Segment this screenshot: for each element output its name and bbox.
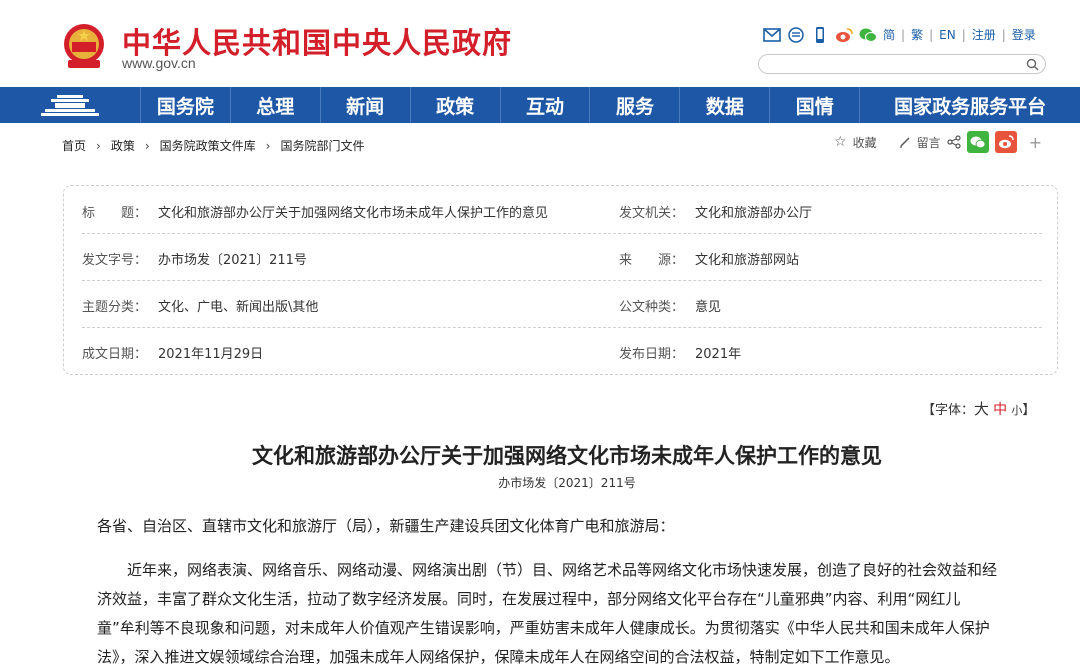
docno-label: 发文字号： (82, 253, 148, 268)
type-value: 意见 (695, 300, 722, 315)
comment-link[interactable]: 留言 (917, 134, 941, 151)
divider: | (929, 27, 934, 42)
type-label: 公文种类： (619, 300, 685, 315)
font-size-prefix: 【字体： (922, 403, 975, 418)
share-tools: ☆ 收藏 留言 + (834, 131, 1042, 153)
info-row: 标 题： 文化和旅游部办公厅关于加强网络文化市场未成年人保护工作的意见 发文机关… (82, 186, 1042, 234)
weibo-share-button[interactable] (994, 131, 1017, 153)
weibo-icon[interactable] (835, 27, 853, 43)
article-title: 文化和旅游部办公厅关于加强网络文化市场未成年人保护工作的意见 (252, 444, 882, 468)
breadcrumb-policy[interactable]: 政策 (111, 137, 135, 154)
breadcrumb: 首页 › 政策 › 国务院政策文件库 › 国务院部门文件 (62, 137, 365, 154)
article-line: 童”牟利等不良现象和问题，对未成年人价值观产生错误影响，严重妨害未成年人健康成长… (97, 619, 990, 637)
site-domain[interactable]: www.gov.cn (122, 55, 196, 71)
site-header: 中华人民共和国中央人民政府 www.gov.cn 简 | 繁 | EN | 注册… (0, 0, 1080, 86)
title-label: 标 题： (82, 206, 148, 221)
more-share-button[interactable]: + (1029, 133, 1042, 152)
info-row: 发文字号： 办市场发〔2021〕211号 来 源： 文化和旅游部网站 (82, 233, 1042, 281)
article-doc-number: 办市场发〔2021〕211号 (498, 476, 636, 490)
font-size-large[interactable]: 大 (974, 400, 989, 418)
docno-value: 办市场发〔2021〕211号 (158, 253, 307, 268)
article-salutation: 各省、自治区、直辖市文化和旅游厅（局），新疆生产建设兵团文化体育广电和旅游局： (97, 517, 675, 535)
register-link[interactable]: 注册 (972, 26, 996, 43)
favorite-link[interactable]: 收藏 (853, 134, 877, 151)
chevron-right-icon: › (265, 138, 271, 153)
search-icon[interactable] (1026, 58, 1039, 71)
document-info-table: 标 题： 文化和旅游部办公厅关于加强网络文化市场未成年人保护工作的意见 发文机关… (63, 185, 1058, 375)
divider: | (901, 27, 906, 42)
source-value: 文化和旅游部网站 (695, 253, 800, 268)
published-date-value: 2021年 (695, 347, 742, 362)
share-icon[interactable] (946, 135, 961, 149)
wechat-share-button[interactable] (966, 131, 989, 153)
info-row: 主题分类： 文化、广电、新闻出版\其他 公文种类： 意见 (82, 280, 1042, 328)
nav-item-national-info[interactable]: 国情 (770, 87, 861, 123)
header-tools: 简 | 繁 | EN | 注册 | 登录 (763, 26, 1036, 43)
divider: | (961, 27, 966, 42)
nav-home[interactable] (0, 87, 141, 123)
font-size-small[interactable]: 小 (1011, 404, 1022, 417)
article-line: 近年来，网络表演、网络音乐、网络动漫、网络演出剧（节）目、网络艺术品等网络文化市… (97, 561, 998, 579)
tiananmen-icon (40, 95, 99, 116)
wechat-icon[interactable] (859, 27, 877, 43)
national-emblem-icon[interactable] (62, 22, 106, 70)
lang-traditional-link[interactable]: 繁 (911, 26, 923, 43)
article-line: 法》，深入推进文娱领域综合治理，加强未成年人网络保护，保障未成年人在网络空间的合… (97, 648, 900, 666)
written-date-value: 2021年11月29日 (158, 347, 264, 362)
star-icon[interactable]: ☆ (834, 134, 847, 150)
issuer-label: 发文机关： (619, 206, 685, 221)
font-size-suffix: 】 (1022, 403, 1036, 418)
mobile-icon[interactable] (811, 26, 829, 43)
source-label: 来 源： (619, 253, 685, 268)
nav-item-service-platform[interactable]: 国家政务服务平台 (860, 87, 1080, 123)
chevron-right-icon: › (144, 138, 150, 153)
topic-label: 主题分类： (82, 300, 148, 315)
published-date-label: 发布日期： (619, 347, 685, 362)
font-size-medium[interactable]: 中 (993, 402, 1007, 418)
info-row: 成文日期： 2021年11月29日 发布日期： 2021年 (82, 327, 1042, 374)
login-link[interactable]: 登录 (1012, 26, 1036, 43)
nav-item-news[interactable]: 新闻 (321, 87, 411, 123)
nav-item-premier[interactable]: 总理 (231, 87, 321, 123)
topic-value: 文化、广电、新闻出版\其他 (158, 300, 319, 315)
divider: | (1001, 27, 1006, 42)
breadcrumb-department-docs[interactable]: 国务院部门文件 (280, 137, 364, 154)
search-box (758, 54, 1046, 74)
title-value: 文化和旅游部办公厅关于加强网络文化市场未成年人保护工作的意见 (158, 206, 549, 221)
nav-item-policy[interactable]: 政策 (411, 87, 501, 123)
nav-item-interaction[interactable]: 互动 (501, 87, 591, 123)
nav-item-state-council[interactable]: 国务院 (141, 87, 231, 123)
breadcrumb-policy-library[interactable]: 国务院政策文件库 (160, 137, 256, 154)
nav-item-data[interactable]: 数据 (680, 87, 771, 123)
rss-icon[interactable] (787, 26, 805, 43)
main-nav: 国务院 总理 新闻 政策 互动 服务 数据 国情 国家政务服务平台 (0, 87, 1080, 123)
article-line: 济效益，丰富了群众文化生活，拉动了数字经济发展。同时，在发展过程中，部分网络文化… (97, 590, 961, 608)
wechat-icon (970, 136, 985, 149)
nav-item-services[interactable]: 服务 (590, 87, 681, 123)
chevron-right-icon: › (96, 138, 101, 153)
lang-simplified-link[interactable]: 简 (883, 26, 895, 43)
lang-english-link[interactable]: EN (939, 28, 956, 42)
issuer-value: 文化和旅游部办公厅 (695, 206, 813, 221)
font-size-switcher: 【字体：大 中 小】 (922, 398, 1035, 419)
mail-icon[interactable] (763, 27, 781, 43)
breadcrumb-home[interactable]: 首页 (62, 137, 86, 154)
search-input[interactable] (769, 57, 1023, 73)
written-date-label: 成文日期： (82, 347, 148, 362)
pencil-icon[interactable] (899, 136, 911, 148)
weibo-icon (998, 135, 1014, 149)
